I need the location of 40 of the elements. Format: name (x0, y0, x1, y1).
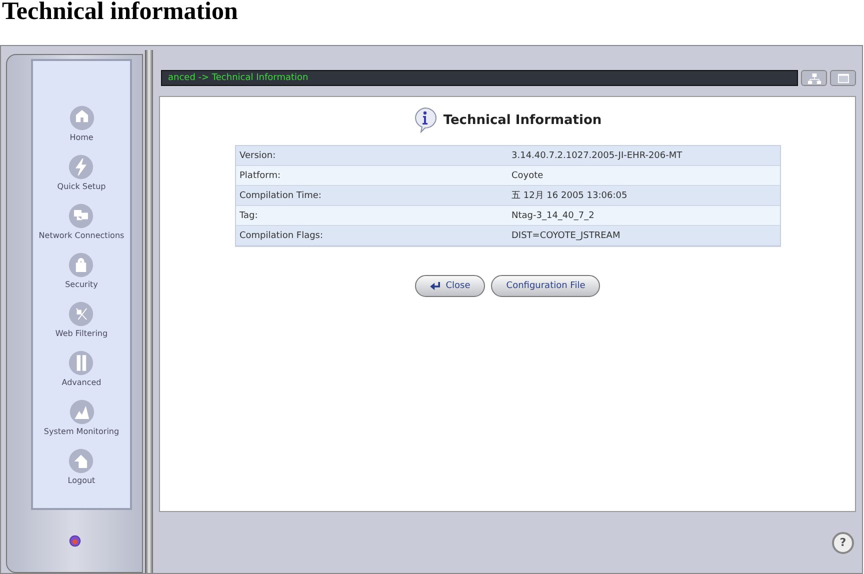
table-cell-text: Coyote (510, 170, 544, 180)
window-icon (836, 72, 850, 84)
table-cell-text: Version: (238, 150, 277, 160)
help-button[interactable]: ? (832, 532, 854, 554)
sidebar-item[interactable]: Network Connections (38, 203, 124, 242)
sidebar-item[interactable]: Logout (68, 448, 96, 487)
table-cell-text: 3.14.40.7.2.1027.2005-JI-EHR-206-MT (510, 150, 684, 160)
table-cell-text: Compilation Flags: (238, 230, 324, 240)
action-button[interactable]: Configuration File (491, 275, 600, 297)
sidebar-item[interactable]: Advanced (62, 350, 102, 389)
sidebar-item[interactable]: System Monitoring (44, 399, 120, 438)
sidebar-item[interactable]: Security (65, 252, 98, 291)
table-cell-text: Compilation Time: (238, 190, 322, 200)
breadcrumb-bar: anced -> Technical Information (161, 70, 798, 86)
nav-icon (68, 154, 94, 180)
nav-icon (68, 448, 94, 474)
network-icon (808, 72, 820, 84)
sidebar-item[interactable]: Quick Setup (57, 154, 106, 193)
table-cell-text: DIST=COYOTE_JSTREAM (510, 230, 622, 240)
splitter-bar[interactable] (145, 50, 153, 573)
nav-icon (68, 301, 94, 327)
table-cell-text: Platform: (238, 170, 282, 180)
nav-icon (68, 203, 94, 229)
return-arrow-icon (430, 282, 441, 290)
network-toolbar-button[interactable] (801, 70, 827, 86)
nav-icon (68, 399, 94, 425)
page-title: Technical Information (443, 112, 602, 128)
window-toolbar-button[interactable] (830, 70, 856, 86)
info-icon (413, 107, 438, 133)
nav-icon (68, 350, 94, 376)
action-button[interactable]: Close (414, 275, 486, 297)
table-cell-text: Tag: (238, 210, 259, 220)
nav-icon (68, 105, 94, 131)
page-heading: Technical information (1, 0, 239, 27)
nav-icon (68, 252, 94, 278)
sidebar-item[interactable]: Web Filtering (55, 301, 108, 340)
table-cell-text: 五 12月 16 2005 13:06:05 (510, 190, 628, 202)
sidebar-item[interactable]: Home (68, 105, 94, 144)
table-cell-text: Ntag-3_14_40_7_2 (510, 210, 596, 220)
orb-icon (68, 535, 80, 547)
